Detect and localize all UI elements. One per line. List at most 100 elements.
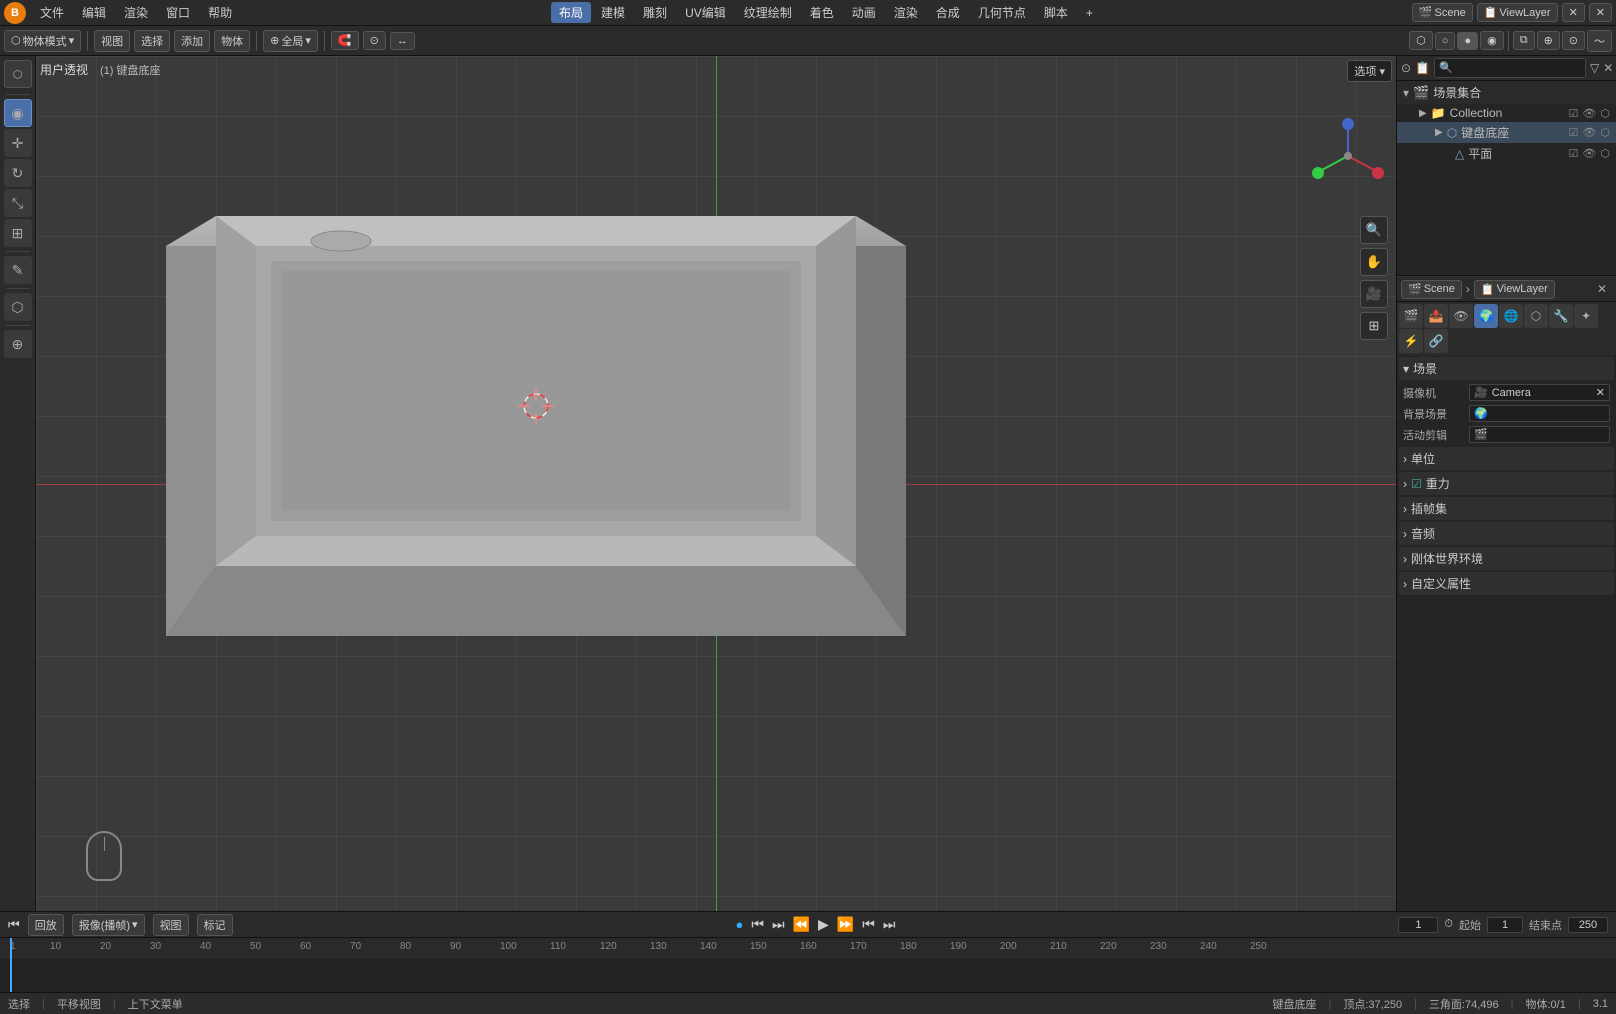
gravity-section-header[interactable]: › ☑ 重力 [1399, 472, 1614, 495]
view-menu[interactable]: 视图 [94, 30, 130, 52]
grid-toggle-btn[interactable]: ⊞ [1360, 312, 1388, 340]
tree-item-collection[interactable]: ▶ 📁 Collection ☑ 👁 ⬡ [1397, 104, 1616, 122]
workspace-animation[interactable]: 动画 [844, 2, 884, 23]
snap-btn[interactable]: 🧲 [331, 31, 359, 50]
active-clip-value[interactable]: 🎬 [1469, 426, 1610, 443]
bg-scene-value[interactable]: 🌍 [1469, 405, 1610, 422]
navigation-gizmo[interactable] [1308, 116, 1388, 196]
object-menu[interactable]: 物体 [214, 30, 250, 52]
go-end-btn[interactable]: ⏭ [883, 916, 896, 933]
workspace-modeling[interactable]: 建模 [593, 2, 633, 23]
viewlayer-selector[interactable]: 📋 ViewLayer [1477, 3, 1558, 22]
outliner-icon-1[interactable]: ⊙ [1401, 58, 1411, 78]
mode-selector[interactable]: ⬡ 物体模式 ▾ [4, 30, 81, 52]
viewport-options-btn[interactable]: 选项 ▾ [1347, 60, 1392, 82]
scale-tool-btn[interactable]: ⤡ [4, 189, 32, 217]
viewport-shade-3[interactable]: ● [1457, 32, 1478, 50]
menu-edit[interactable]: 编辑 [74, 2, 114, 23]
collection-restrict-icon[interactable]: ⬡ [1600, 107, 1610, 120]
props-tab-physics[interactable]: ⚡ [1399, 329, 1423, 353]
props-tab-render[interactable]: 🎬 [1399, 304, 1423, 328]
rotate-tool-btn[interactable]: ↻ [4, 159, 32, 187]
tree-item-keyboard-base[interactable]: ▶ ⬡ 键盘底座 ☑ 👁 ⬡ [1397, 122, 1616, 143]
outliner-filter-btn[interactable]: ▽ [1590, 58, 1599, 78]
viewport-shade-4[interactable]: ◉ [1480, 31, 1504, 50]
camera-value[interactable]: 🎥 Camera ✕ [1469, 384, 1610, 401]
plane-visible-icon[interactable]: 👁 [1582, 147, 1596, 160]
play-btn[interactable]: ▶ [818, 916, 829, 933]
select-menu[interactable]: 选择 [134, 30, 170, 52]
framerate-menu[interactable]: 报像(播帧) ▾ [72, 914, 145, 936]
props-tab-view[interactable]: 👁 [1449, 304, 1473, 328]
kb-restrict-icon[interactable]: ⬡ [1600, 126, 1610, 139]
props-tab-object[interactable]: ⬡ [1524, 304, 1548, 328]
menu-window[interactable]: 窗口 [158, 2, 198, 23]
prev-frame-btn[interactable]: ⏪ [793, 916, 810, 933]
viewport-shade-1[interactable]: ⬡ [1409, 31, 1433, 50]
props-tab-modifier[interactable]: 🔧 [1549, 304, 1573, 328]
collection-render-icon[interactable]: ☑ [1569, 107, 1579, 120]
current-frame-input[interactable] [1398, 917, 1438, 933]
next-frame-btn[interactable]: ⏩ [837, 916, 854, 933]
measure-tool-btn[interactable]: ⬡ [4, 293, 32, 321]
props-tab-output[interactable]: 📤 [1424, 304, 1448, 328]
proportional-btn[interactable]: ⊙ [363, 31, 386, 50]
viewport-3d[interactable]: 用户透视 (1) 键盘底座 选项 ▾ [36, 56, 1396, 911]
select-tool-btn[interactable]: ◉ [4, 99, 32, 127]
workspace-sculpt[interactable]: 雕刻 [635, 2, 675, 23]
keying-section-header[interactable]: › 插帧集 [1399, 497, 1614, 520]
workspace-uv[interactable]: UV编辑 [677, 2, 734, 23]
viewport-shade-2[interactable]: ○ [1435, 32, 1456, 50]
workspace-rendering[interactable]: 渲染 [886, 2, 926, 23]
props-scene-btn[interactable]: 🎬 Scene [1401, 280, 1462, 299]
transform-tool-btn[interactable]: ⊞ [4, 219, 32, 247]
props-tab-particles[interactable]: ✦ [1574, 304, 1598, 328]
prev-keyframe-btn[interactable]: ⏭ [772, 916, 785, 933]
workspace-add[interactable]: + [1078, 4, 1101, 22]
outliner-search-input[interactable] [1434, 58, 1586, 78]
playback-menu[interactable]: 回放 [28, 914, 64, 936]
collection-visible-icon[interactable]: 👁 [1582, 107, 1596, 120]
menu-file[interactable]: 文件 [32, 2, 72, 23]
viewlayer-close-btn[interactable]: ✕ [1589, 3, 1612, 22]
pan-btn[interactable]: ✋ [1360, 248, 1388, 276]
props-viewlayer-btn[interactable]: 📋 ViewLayer [1474, 280, 1555, 299]
gravity-checkbox[interactable]: ☑ [1411, 477, 1422, 491]
close-btn[interactable]: ✕ [1562, 3, 1585, 22]
props-tab-scene[interactable]: 🌍 [1474, 304, 1498, 328]
add-menu[interactable]: 添加 [174, 30, 210, 52]
move-tool-btn[interactable]: ✛ [4, 129, 32, 157]
transform-btn[interactable]: ↔ [390, 32, 415, 50]
gizmo-btn[interactable]: ⊕ [1537, 31, 1560, 50]
kb-render-icon[interactable]: ☑ [1569, 126, 1579, 139]
go-start-btn[interactable]: ⏮ [751, 916, 764, 933]
workspace-texture[interactable]: 纹理绘制 [736, 2, 800, 23]
timeline-area[interactable]: 1 10 20 30 40 50 60 70 80 90 100 110 120… [0, 937, 1616, 992]
view-menu-timeline[interactable]: 视图 [153, 914, 189, 936]
global-selector[interactable]: ⊕ 全局 ▾ [263, 30, 318, 52]
props-tab-constraints[interactable]: 🔗 [1424, 329, 1448, 353]
workspace-geonodes[interactable]: 几何节点 [970, 2, 1034, 23]
camera-close-icon[interactable]: ✕ [1596, 386, 1605, 399]
outliner-icon-2[interactable]: 📋 [1415, 58, 1430, 78]
audio-section-header[interactable]: › 音频 [1399, 522, 1614, 545]
overlays-btn[interactable]: ⧉ [1513, 31, 1535, 50]
tree-item-plane[interactable]: △ 平面 ☑ 👁 ⬡ [1397, 143, 1616, 164]
viewport-header-icon1[interactable]: ⊙ [1562, 31, 1585, 50]
next-keyframe-btn[interactable]: ⏮ [862, 916, 875, 933]
plane-restrict-icon[interactable]: ⬡ [1600, 147, 1610, 160]
custom-props-section-header[interactable]: › 自定义属性 [1399, 572, 1614, 595]
workspace-layout[interactable]: 布局 [551, 2, 591, 23]
scene-selector[interactable]: 🎬 Scene [1412, 3, 1473, 22]
menu-help[interactable]: 帮助 [200, 2, 240, 23]
add-tool-btn[interactable]: ⊕ [4, 330, 32, 358]
workspace-selector-btn[interactable]: ⬡ [4, 60, 32, 88]
scene-section-header[interactable]: ▾ 场景 [1399, 357, 1614, 380]
kb-visible-icon[interactable]: 👁 [1582, 126, 1596, 139]
marker-menu[interactable]: 标记 [197, 914, 233, 936]
props-tab-world[interactable]: 🌐 [1499, 304, 1523, 328]
viewport-header-icon2[interactable]: 〜 [1587, 30, 1612, 52]
camera-btn[interactable]: 🎥 [1360, 280, 1388, 308]
plane-render-icon[interactable]: ☑ [1569, 147, 1579, 160]
rigid-world-section-header[interactable]: › 刚体世界环境 [1399, 547, 1614, 570]
